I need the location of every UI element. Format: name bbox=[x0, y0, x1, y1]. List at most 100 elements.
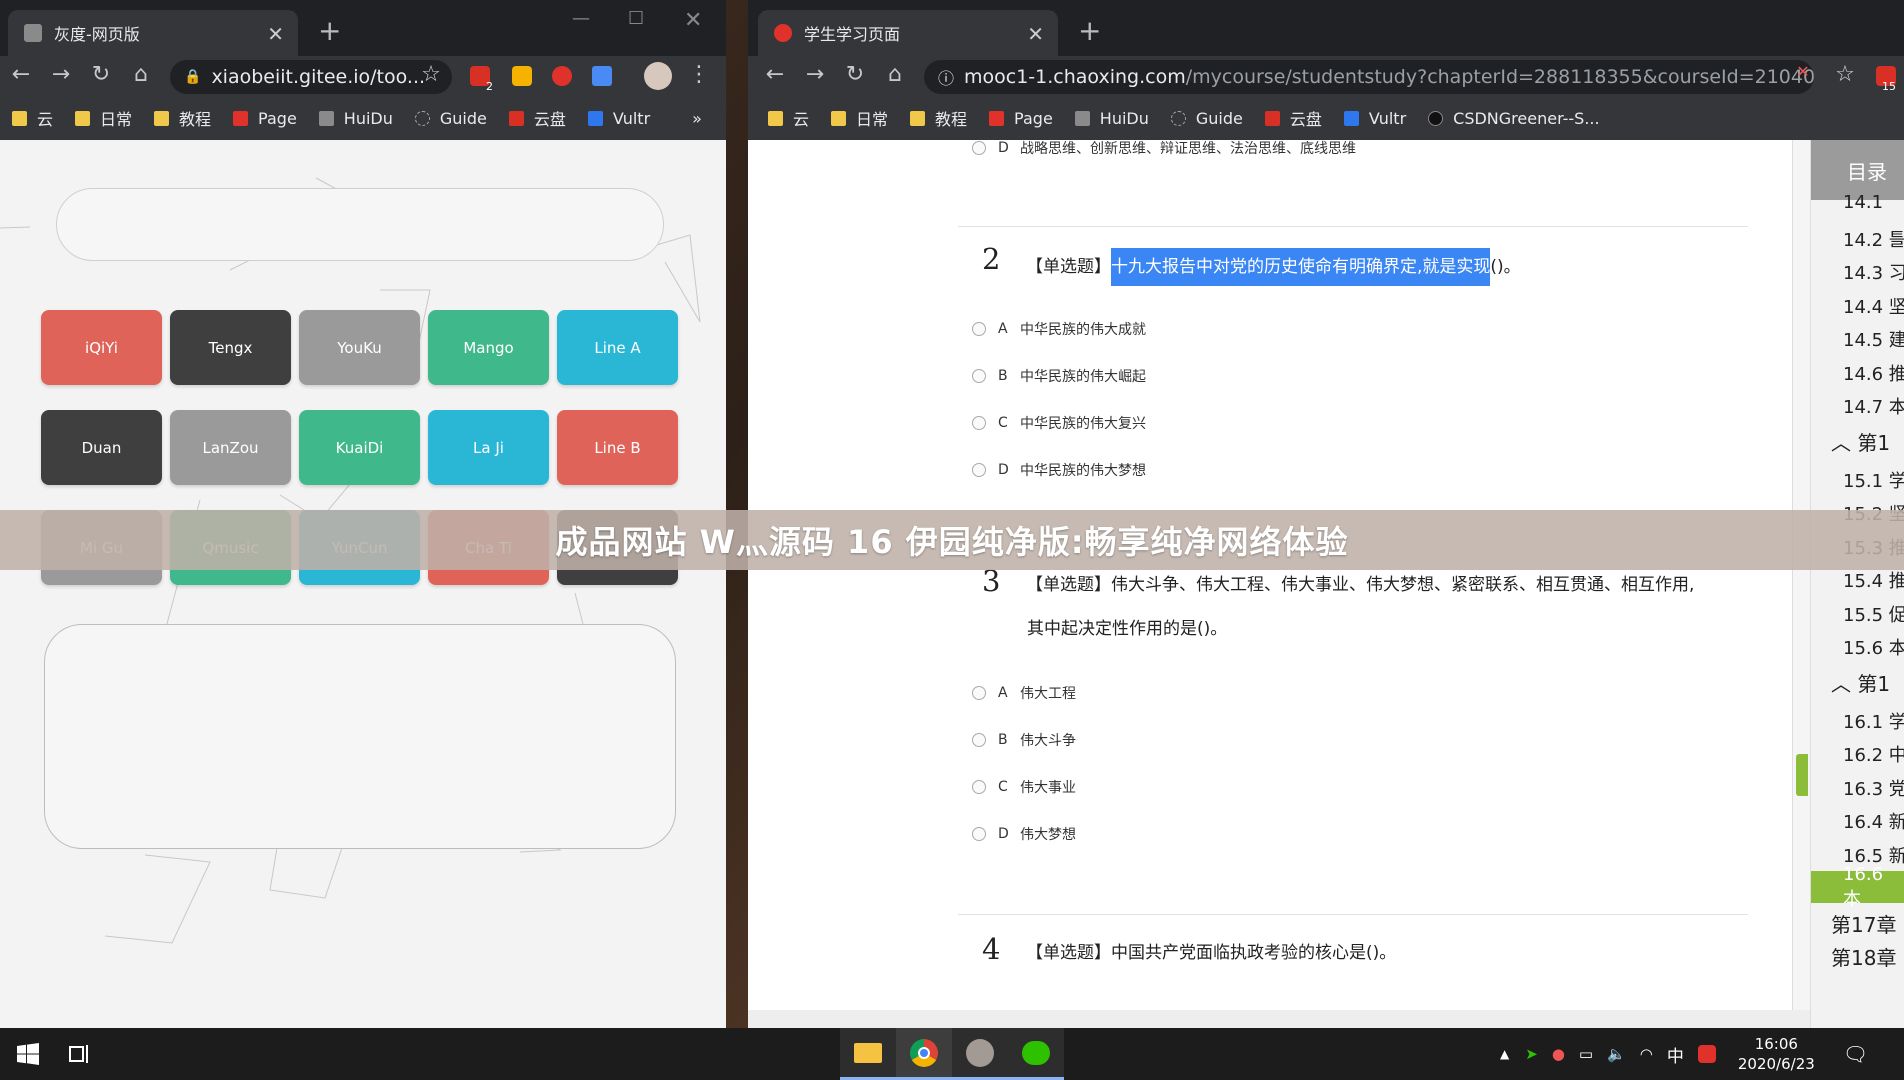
user-app-icon[interactable] bbox=[952, 1028, 1008, 1080]
back-icon[interactable]: ← bbox=[8, 62, 34, 87]
extension-icon[interactable] bbox=[552, 66, 572, 86]
radio-button[interactable] bbox=[972, 416, 986, 430]
address-bar[interactable]: 🔒 xiaobeiit.gitee.io/too... bbox=[170, 60, 452, 94]
radio-button[interactable] bbox=[972, 369, 986, 383]
toc-chapter[interactable]: ︿ 第1 bbox=[1831, 668, 1890, 697]
radio-button[interactable] bbox=[972, 733, 986, 747]
radio-button[interactable] bbox=[972, 141, 986, 155]
tile-button[interactable]: Line B bbox=[557, 410, 678, 485]
bookmark-item[interactable]: 教程 bbox=[910, 106, 967, 130]
tile-button[interactable]: iQiYi bbox=[41, 310, 162, 385]
tile-button[interactable]: YouKu bbox=[299, 310, 420, 385]
show-hidden-icons-icon[interactable]: ▲ bbox=[1500, 1047, 1509, 1061]
notes-textarea[interactable] bbox=[44, 624, 676, 849]
translate-icon[interactable] bbox=[592, 66, 612, 86]
tile-button[interactable]: KuaiDi bbox=[299, 410, 420, 485]
toc-item[interactable]: 14.6 推 bbox=[1843, 360, 1904, 386]
windows-start-icon[interactable] bbox=[0, 1028, 56, 1080]
toc-toggle-handle[interactable] bbox=[1796, 754, 1808, 796]
bookmark-item[interactable]: Guide bbox=[1170, 109, 1243, 128]
left-active-tab[interactable]: 灰度-网页版 ✕ bbox=[8, 10, 298, 56]
radio-button[interactable] bbox=[972, 827, 986, 841]
toc-item[interactable]: 16.3 党 bbox=[1843, 775, 1904, 801]
option-b[interactable]: B 伟大斗争 bbox=[972, 730, 1076, 750]
bookmark-item[interactable]: Page bbox=[989, 109, 1053, 128]
toc-item[interactable]: 16.2 中 bbox=[1843, 741, 1904, 767]
tile-button[interactable]: Duan bbox=[41, 410, 162, 485]
bookmark-item[interactable]: HuiDu bbox=[1074, 109, 1149, 128]
maximize-icon[interactable]: ☐ bbox=[628, 8, 644, 29]
tray-app-icon[interactable]: ● bbox=[1552, 1045, 1565, 1063]
toc-item[interactable]: 14.5 建 bbox=[1843, 326, 1904, 352]
close-window-icon[interactable]: ✕ bbox=[684, 8, 702, 33]
bookmark-item[interactable]: 日常 bbox=[831, 106, 888, 130]
battery-icon[interactable]: ▭ bbox=[1579, 1045, 1593, 1063]
tile-button[interactable]: Line A bbox=[557, 310, 678, 385]
bookmark-item[interactable]: Vultr bbox=[587, 109, 650, 128]
bookmark-item[interactable]: CSDNGreener--S... bbox=[1428, 109, 1600, 128]
more-bookmarks-icon[interactable]: » bbox=[692, 109, 702, 128]
tile-button[interactable]: Tengx bbox=[170, 310, 291, 385]
bookmark-item[interactable]: Vultr bbox=[1343, 109, 1406, 128]
radio-button[interactable] bbox=[972, 322, 986, 336]
bookmark-item[interactable]: 云盘 bbox=[508, 106, 566, 130]
radio-button[interactable] bbox=[972, 686, 986, 700]
option-d[interactable]: D 中华民族的伟大梦想 bbox=[972, 460, 1146, 480]
wifi-icon[interactable]: ◠ bbox=[1640, 1045, 1653, 1063]
bookmark-star-icon[interactable]: ☆ bbox=[1832, 62, 1858, 87]
horizontal-scrollbar[interactable] bbox=[748, 1010, 1810, 1028]
tray-app-icon[interactable]: ➤ bbox=[1525, 1045, 1538, 1063]
search-input[interactable] bbox=[56, 188, 664, 261]
bookmark-item[interactable]: Page bbox=[233, 109, 297, 128]
file-explorer-icon[interactable] bbox=[840, 1028, 896, 1080]
back-icon[interactable]: ← bbox=[762, 62, 788, 87]
bookmark-item[interactable]: 教程 bbox=[154, 106, 211, 130]
close-tab-icon[interactable]: ✕ bbox=[1027, 22, 1044, 46]
option-d[interactable]: D 伟大梦想 bbox=[972, 824, 1076, 844]
forward-icon[interactable]: → bbox=[48, 62, 74, 87]
toc-chapter[interactable]: 第17章 bbox=[1831, 909, 1896, 938]
toc-item[interactable]: 14.3 习 bbox=[1843, 259, 1904, 285]
volume-icon[interactable]: 🔈 bbox=[1607, 1045, 1626, 1063]
ime-indicator[interactable]: 中 bbox=[1667, 1042, 1684, 1067]
bookmark-item[interactable]: 云 bbox=[12, 106, 53, 130]
menu-icon[interactable]: ⋮ bbox=[686, 62, 712, 87]
option-d-prev[interactable]: D 战略思维、创新思维、辩证思维、法治思维、底线思维 bbox=[972, 138, 1356, 158]
sogou-icon[interactable] bbox=[1697, 1045, 1716, 1063]
avatar[interactable] bbox=[644, 62, 672, 90]
forward-icon[interactable]: → bbox=[802, 62, 828, 87]
vertical-scrollbar[interactable] bbox=[1792, 140, 1810, 1010]
new-tab-icon[interactable]: + bbox=[1078, 14, 1101, 47]
task-view-icon[interactable] bbox=[52, 1028, 108, 1080]
toc-item[interactable]: 15.4 推 bbox=[1843, 567, 1904, 593]
option-c[interactable]: C 中华民族的伟大复兴 bbox=[972, 413, 1146, 433]
toc-item[interactable]: 16.1 学 bbox=[1843, 708, 1904, 734]
option-a[interactable]: A 伟大工程 bbox=[972, 683, 1076, 703]
bookmark-item[interactable]: 云盘 bbox=[1264, 106, 1322, 130]
radio-button[interactable] bbox=[972, 780, 986, 794]
chrome-icon[interactable] bbox=[896, 1028, 952, 1080]
reload-icon[interactable]: ↻ bbox=[842, 62, 868, 87]
bookmark-item[interactable]: 日常 bbox=[75, 106, 132, 130]
address-bar[interactable]: ⓘ mooc1-1.chaoxing.com /mycourse/student… bbox=[924, 60, 1814, 94]
toc-item[interactable]: 14.1 bbox=[1843, 192, 1883, 213]
right-active-tab[interactable]: 学生学习页面 ✕ bbox=[758, 10, 1058, 56]
home-icon[interactable]: ⌂ bbox=[882, 62, 908, 87]
toc-item[interactable]: 14.7 本 bbox=[1843, 393, 1904, 419]
wechat-icon[interactable] bbox=[1008, 1028, 1064, 1080]
extension-icon[interactable] bbox=[512, 66, 532, 86]
notification-icon[interactable]: 🗨 bbox=[1843, 1042, 1868, 1066]
clock[interactable]: 16:06 2020/6/23 bbox=[1738, 1034, 1815, 1074]
close-tab-icon[interactable]: ✕ bbox=[267, 22, 284, 46]
option-b[interactable]: B 中华民族的伟大崛起 bbox=[972, 366, 1146, 386]
toc-chapter[interactable]: 第18章 bbox=[1831, 942, 1896, 971]
option-a[interactable]: A 中华民族的伟大成就 bbox=[972, 319, 1146, 339]
minimize-icon[interactable]: — bbox=[572, 8, 590, 29]
tile-button[interactable]: LanZou bbox=[170, 410, 291, 485]
new-tab-icon[interactable]: + bbox=[318, 14, 341, 47]
reload-icon[interactable]: ↻ bbox=[88, 62, 114, 87]
tile-button[interactable]: La Ji bbox=[428, 410, 549, 485]
toc-item[interactable]: 14.2 틀 bbox=[1843, 226, 1904, 252]
bookmark-item[interactable]: 云 bbox=[768, 106, 809, 130]
toc-item-selected[interactable]: 16.6 本 bbox=[1811, 864, 1904, 910]
